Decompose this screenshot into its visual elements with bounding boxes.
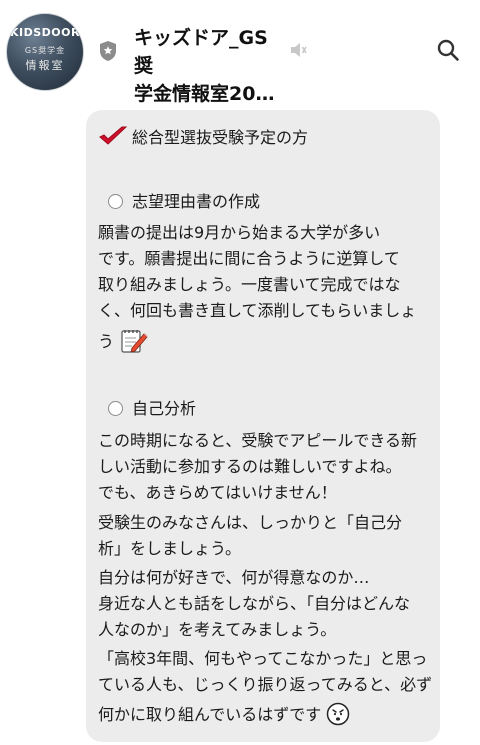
body-line: 受験生のみなさんは、しっかりと「自己分 xyxy=(98,513,403,532)
section1-title-row: 志望理由書の作成 xyxy=(108,189,260,215)
section1-title: 志望理由書の作成 xyxy=(132,192,261,211)
body-line: この時期になると、受験でアピールできる新 xyxy=(98,431,418,450)
body-line: う xyxy=(98,332,115,351)
body-line: 願書の提出は9月から始まる大学が多い xyxy=(98,223,381,242)
body-line: 析」をしましょう。 xyxy=(98,539,242,558)
section2-title: 自己分析 xyxy=(132,399,197,418)
section2-title-row: 自己分析 xyxy=(108,396,196,422)
body-line: 身近な人とも話をしながら、「自分はどんな xyxy=(98,594,411,613)
body-line-with-emoji: う xyxy=(98,326,149,355)
body-line: く、何回も書き直して添削してもらいましょ xyxy=(98,301,417,320)
body-line: でも、あきらめてはいけません！ xyxy=(98,483,337,502)
body-line: です。願書提出に間に合うように逆算して xyxy=(98,249,400,268)
avatar[interactable]: KIDSDOOR GS奨学金 情報室 xyxy=(6,13,84,91)
body-line-with-emoji: 何かに取り組んでいるはずです xyxy=(98,702,350,728)
body-line: ている人も、じっくり振り返ってみると、必ず xyxy=(98,675,433,694)
radio-circle-icon xyxy=(108,194,123,209)
avatar-subtitle: GS奨学金 xyxy=(24,45,66,55)
avatar-subtitle-2: 情報室 xyxy=(25,58,65,72)
heading-row: 総合型選抜受験予定の方 xyxy=(98,125,308,151)
body-line: 自分は何が好きで、何が得意なのか… xyxy=(98,568,370,587)
muted-speaker-icon xyxy=(291,43,307,57)
memo-pencil-icon xyxy=(121,330,149,353)
body-line: 「高校3年間、何もやってこなかった」と思っ xyxy=(98,649,428,668)
chat-title-line-2: 学金情報室20… xyxy=(134,83,275,105)
body-line: 人なのか」を考えてみましょう。 xyxy=(98,620,337,639)
face-emoji-icon xyxy=(327,702,350,726)
avatar-brand: KIDSDOOR xyxy=(10,25,80,39)
body-line: 取り組みましょう。一度書いて完成ではな xyxy=(98,275,401,294)
chat-title[interactable]: キッズドア_GS奨 学金情報室20… xyxy=(134,24,282,108)
body-line: しい活動に参加するのは難しいですよね。 xyxy=(98,457,402,476)
chat-header: KIDSDOOR GS奨学金 情報室 キッズドア_GS奨 学金情報室20… xyxy=(0,0,480,105)
radio-circle-icon xyxy=(108,401,123,416)
search-icon[interactable] xyxy=(436,38,460,62)
chat-title-line-1: キッズドア_GS奨 xyxy=(134,27,268,77)
message-bubble[interactable]: 総合型選抜受験予定の方 志望理由書の作成 願書の提出は9月から始まる大学が多い … xyxy=(86,110,440,742)
verified-badge-icon xyxy=(100,41,116,61)
body-line: 何かに取り組んでいるはずです xyxy=(98,705,322,724)
check-mark-icon xyxy=(99,126,128,145)
heading-text: 総合型選抜受験予定の方 xyxy=(132,128,309,147)
